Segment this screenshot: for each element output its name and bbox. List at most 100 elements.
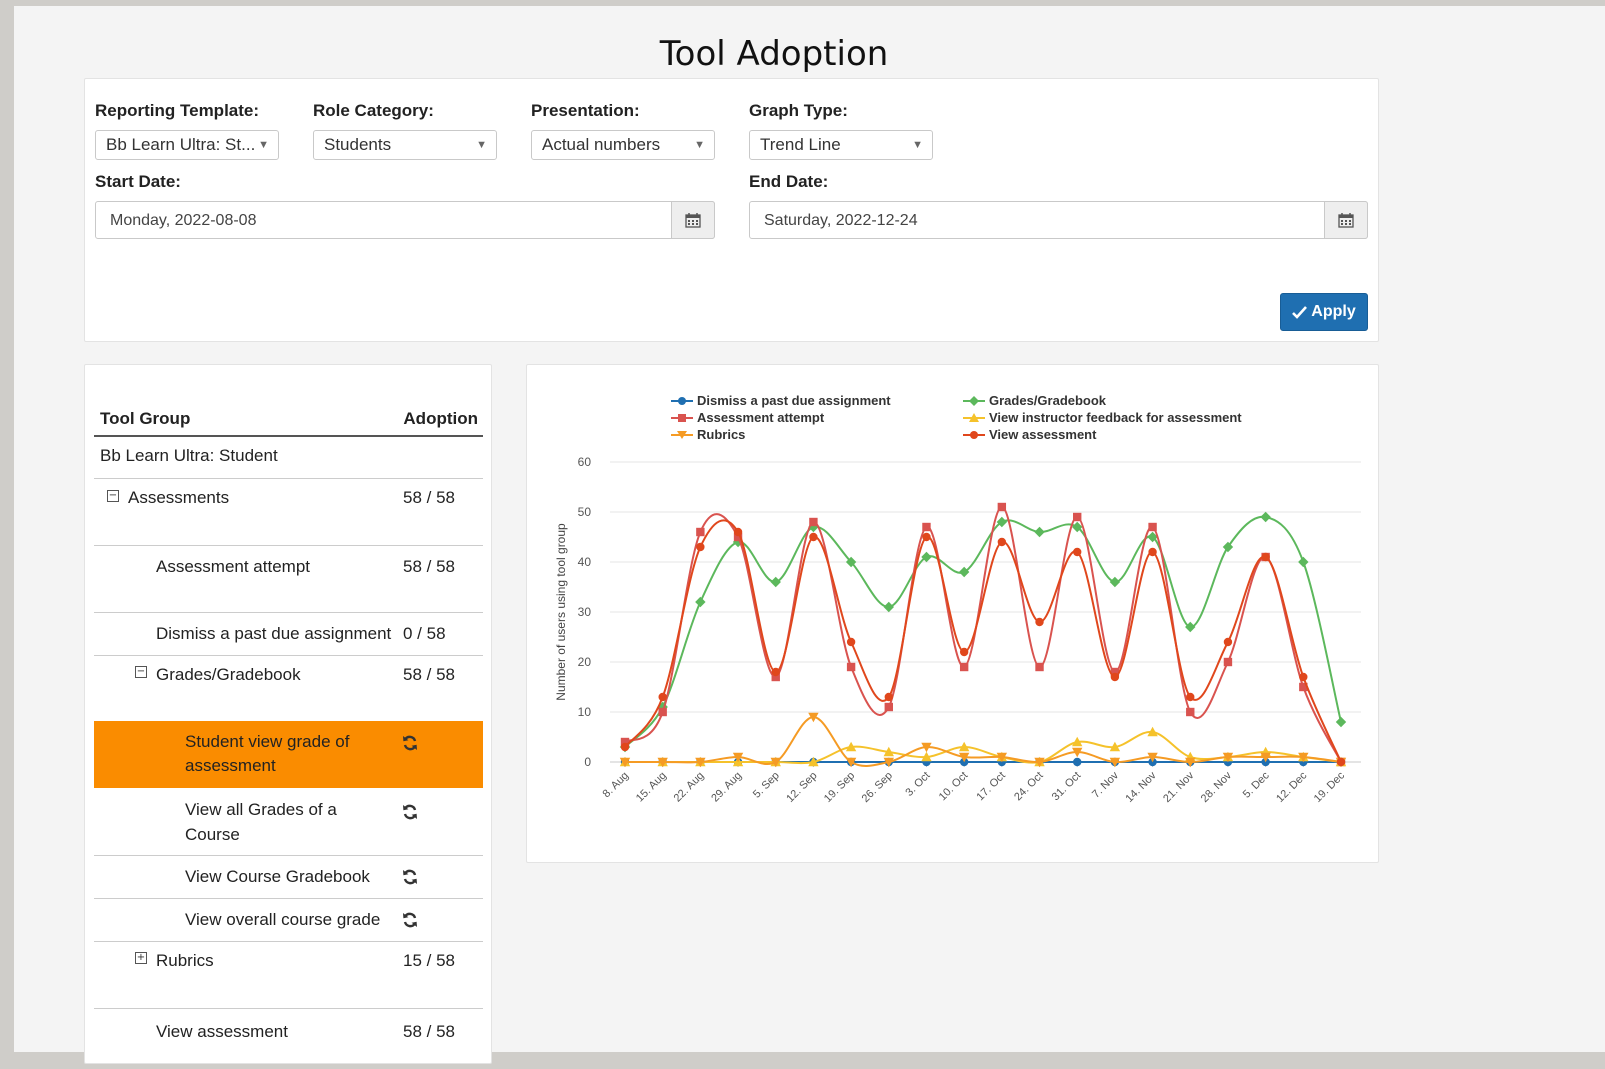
graph-type-value: Trend Line	[760, 135, 841, 154]
data-point	[846, 637, 856, 647]
row-label: View overall course grade	[185, 910, 381, 929]
table-row[interactable]: Bb Learn Ultra: Student	[94, 437, 483, 479]
refresh-icon[interactable]	[401, 803, 419, 821]
y-tick-label: 0	[584, 755, 591, 769]
y-tick-label: 40	[578, 555, 592, 569]
end-date-label: End Date:	[749, 172, 829, 191]
reporting-template-select[interactable]: Bb Learn Ultra: St... ▼	[95, 130, 279, 160]
role-category-select[interactable]: Students ▼	[313, 130, 497, 160]
x-tick-label: 22. Aug	[672, 770, 707, 805]
table-row[interactable]: View overall course grade	[94, 899, 483, 942]
data-point	[695, 596, 706, 608]
adoption-column-header: Adoption	[403, 409, 478, 428]
data-point	[658, 692, 667, 702]
end-date-value: Saturday, 2022-12-24	[764, 212, 918, 229]
data-point	[997, 502, 1007, 512]
series-view-assessment	[620, 519, 1346, 767]
presentation-select[interactable]: Actual numbers ▼	[531, 130, 715, 160]
expand-icon[interactable]: +	[135, 952, 147, 964]
data-point	[1073, 547, 1082, 557]
data-point	[1148, 547, 1157, 557]
filter-panel: Reporting Template: Bb Learn Ultra: St..…	[84, 78, 1379, 342]
table-row[interactable]: View assessment 58 / 58	[94, 1009, 483, 1069]
start-date-label: Start Date:	[95, 172, 181, 191]
data-point	[884, 702, 893, 712]
row-label: Bb Learn Ultra: Student	[100, 446, 278, 465]
data-point	[997, 537, 1007, 547]
row-label: View all Grades of a	[185, 800, 337, 819]
caret-down-icon: ▼	[694, 139, 705, 151]
row-value: 58 / 58	[403, 557, 455, 576]
tool-group-table: Tool Group Adoption Bb Learn Ultra: Stud…	[84, 364, 492, 1064]
data-point	[1110, 672, 1120, 682]
table-row[interactable]: + Rubrics 15 / 58	[94, 942, 483, 1009]
x-tick-label: 5. Sep	[751, 770, 782, 801]
x-tick-label: 19. Dec	[1312, 769, 1348, 805]
row-label: Grades/Gradebook	[156, 665, 301, 684]
x-tick-label: 12. Dec	[1274, 769, 1310, 805]
checkmark-icon	[1292, 305, 1308, 319]
y-tick-label: 60	[578, 455, 592, 469]
table-row[interactable]: − Assessments 58 / 58	[94, 479, 483, 546]
apply-button[interactable]: Apply	[1280, 293, 1368, 331]
x-tick-label: 7. Nov	[1090, 769, 1121, 800]
trend-line-chart: 0 10 20 30 40 50 60 8. Aug 15. Aug 22. Aug 29. Aug…	[554, 455, 1361, 805]
data-point	[1260, 511, 1271, 523]
caret-down-icon: ▼	[258, 139, 269, 151]
x-tick-label: 21. Nov	[1161, 769, 1197, 805]
data-point	[733, 527, 743, 537]
start-date-calendar-button[interactable]	[671, 201, 715, 239]
y-tick-label: 20	[578, 655, 592, 669]
data-point	[1035, 662, 1044, 672]
table-row[interactable]: Assessment attempt 58 / 58	[94, 546, 483, 613]
data-point	[1073, 757, 1082, 767]
data-point	[846, 662, 856, 672]
data-point	[1223, 657, 1233, 667]
role-category-label: Role Category:	[313, 101, 434, 120]
data-point	[696, 527, 705, 537]
end-date-input[interactable]: Saturday, 2022-12-24	[749, 201, 1368, 239]
x-tick-label: 14. Nov	[1123, 769, 1159, 805]
series-rubrics	[619, 712, 1347, 768]
table-row[interactable]: View Course Gradebook	[94, 856, 483, 899]
x-tick-label: 26. Sep	[860, 770, 895, 805]
data-point	[1034, 526, 1045, 538]
table-row-selected[interactable]: Student view grade of assessment	[94, 721, 483, 788]
x-tick-label: 3. Oct	[903, 770, 932, 799]
end-date-calendar-button[interactable]	[1324, 201, 1368, 239]
refresh-icon[interactable]	[401, 911, 419, 929]
data-point	[922, 522, 931, 532]
table-row[interactable]: − Grades/Gradebook 58 / 58	[94, 656, 483, 720]
y-tick-label: 30	[578, 605, 592, 619]
data-point	[1186, 707, 1195, 717]
x-tick-label: 17. Oct	[974, 770, 1008, 804]
row-label: Assessments	[128, 488, 230, 507]
data-point	[1261, 552, 1270, 562]
collapse-icon[interactable]: −	[135, 666, 147, 678]
data-point	[959, 662, 969, 672]
table-row[interactable]: Dismiss a past due assignment 0 / 58	[94, 613, 483, 656]
refresh-icon[interactable]	[401, 868, 419, 886]
x-tick-label: 12. Sep	[784, 770, 819, 805]
row-label: assessment	[185, 756, 276, 775]
table-row[interactable]: View all Grades of a Course	[94, 789, 483, 856]
data-point	[883, 601, 894, 613]
start-date-input[interactable]: Monday, 2022-08-08	[95, 201, 715, 239]
collapse-icon[interactable]: −	[107, 490, 119, 502]
data-point	[1299, 672, 1308, 682]
x-tick-label: 24. Oct	[1012, 770, 1046, 804]
x-tick-label: 15. Aug	[634, 770, 669, 805]
x-tick-label: 28. Nov	[1199, 769, 1235, 805]
x-tick-label: 31. Oct	[1050, 770, 1084, 804]
row-value: 15 / 58	[403, 951, 455, 970]
graph-type-select[interactable]: Trend Line ▼	[749, 130, 933, 160]
row-value: 0 / 58	[403, 624, 446, 643]
refresh-icon[interactable]	[401, 734, 419, 752]
data-point	[658, 707, 667, 717]
row-label: Student view grade of	[185, 732, 350, 751]
data-point	[620, 742, 630, 752]
row-label: Dismiss a past due assignment	[156, 624, 392, 643]
data-point	[1073, 512, 1082, 522]
data-point	[959, 647, 969, 657]
reporting-template-label: Reporting Template:	[95, 101, 260, 120]
